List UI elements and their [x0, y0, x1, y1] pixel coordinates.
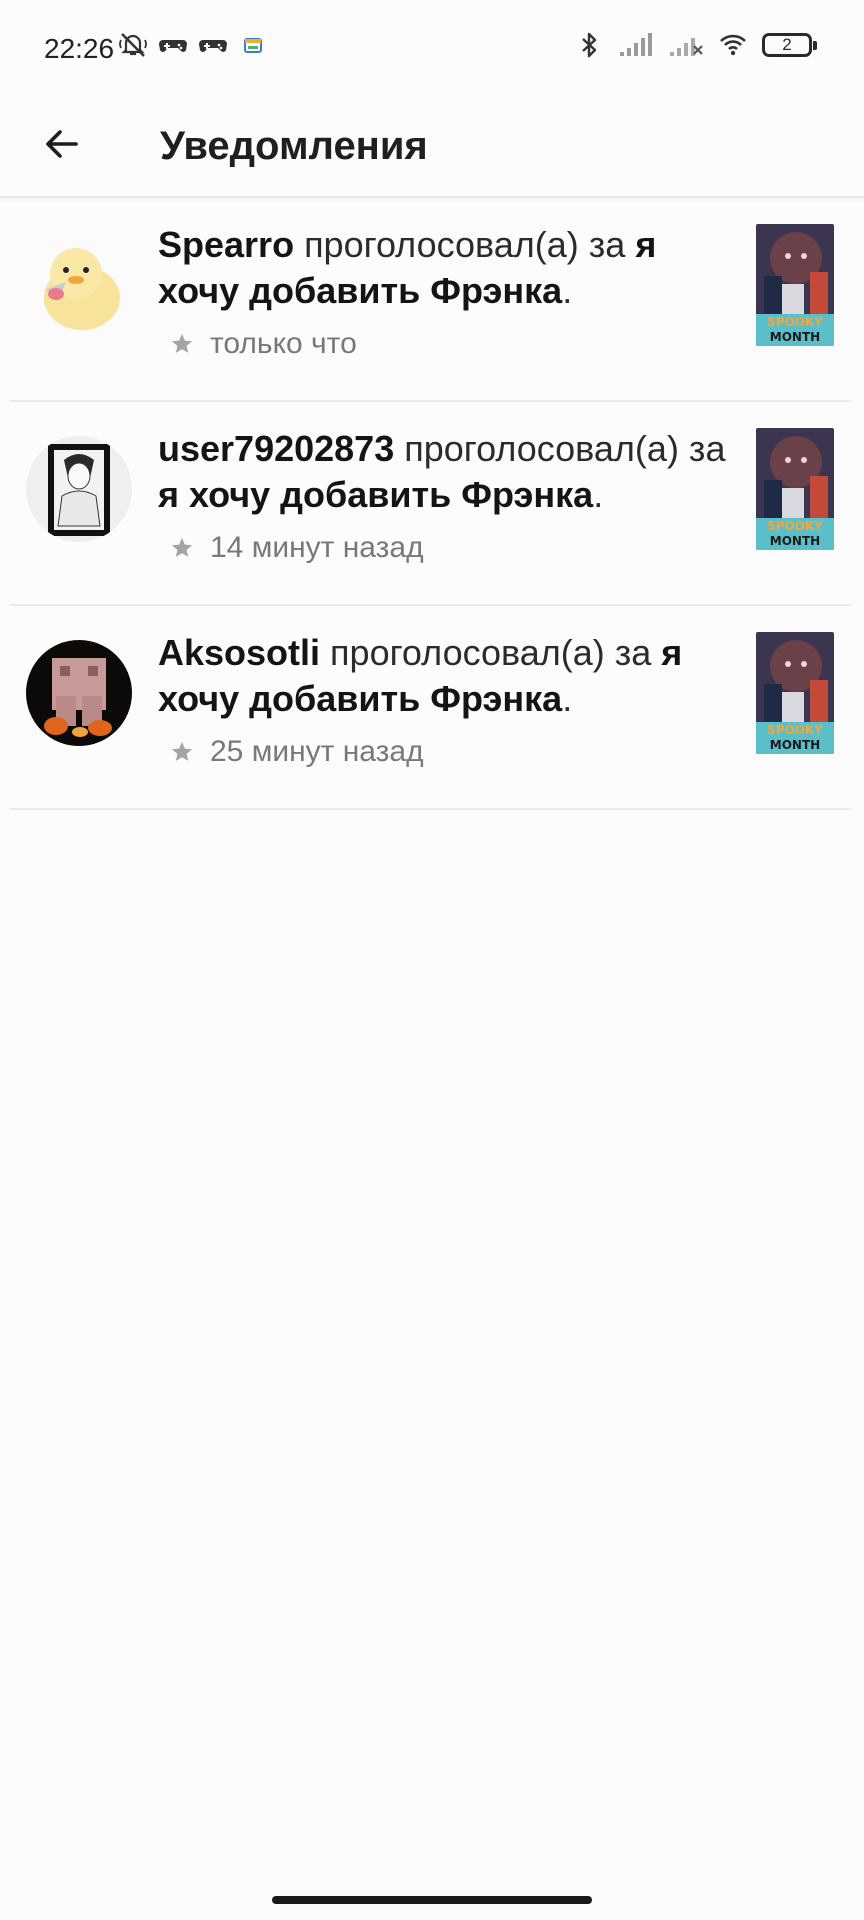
- notification-item[interactable]: user79202873 проголосовал(а) за я хочу д…: [10, 402, 852, 606]
- gamepad-icon: [158, 30, 188, 60]
- notification-item[interactable]: Aksosotli проголосовал(а) за я хочу доба…: [10, 606, 852, 810]
- home-indicator[interactable]: [272, 1896, 592, 1904]
- wifi-icon: [718, 30, 748, 60]
- status-left-icons: [118, 30, 268, 60]
- action-text: проголосовал(а) за: [394, 428, 726, 469]
- avatar[interactable]: [26, 436, 132, 542]
- timestamp: 25 минут назад: [210, 735, 424, 768]
- post-thumbnail[interactable]: SPOOKY MONTH: [756, 428, 834, 550]
- gamepad-icon: [198, 30, 228, 60]
- username-link[interactable]: Aksosotli: [158, 632, 320, 673]
- action-text: проголосовал(а) за: [320, 632, 662, 673]
- notification-meta: только что: [170, 324, 357, 364]
- username-link[interactable]: Spearro: [158, 224, 294, 265]
- signal-icon: [618, 30, 654, 60]
- star-icon: [170, 332, 194, 356]
- notification-text: Aksosotli проголосовал(а) за я хочу доба…: [158, 630, 728, 722]
- timestamp: только что: [210, 327, 357, 360]
- notification-text: Spearro проголосовал(а) за я хочу добави…: [158, 222, 728, 314]
- thumbnail-title-line2: MONTH: [770, 330, 820, 344]
- post-thumbnail[interactable]: SPOOKY MONTH: [756, 632, 834, 754]
- battery-indicator: 2: [762, 33, 817, 57]
- status-time: 22:26: [44, 33, 115, 64]
- mute-icon: [118, 30, 148, 60]
- action-text: проголосовал(а) за: [294, 224, 636, 265]
- arrow-left-icon: [42, 124, 82, 169]
- signal-no-service-icon: [668, 30, 704, 60]
- app-icon: [238, 30, 268, 60]
- notification-item[interactable]: Spearro проголосовал(а) за я хочу добави…: [10, 198, 852, 402]
- avatar[interactable]: [26, 232, 132, 338]
- post-thumbnail[interactable]: SPOOKY MONTH: [756, 224, 834, 346]
- suffix-text: .: [562, 270, 573, 311]
- timestamp: 14 минут назад: [210, 531, 424, 564]
- target-link[interactable]: я хочу добавить Фрэнка: [158, 474, 593, 515]
- thumbnail-title-line2: MONTH: [770, 738, 820, 752]
- app-bar: Уведомления: [0, 96, 864, 198]
- star-icon: [170, 536, 194, 560]
- status-right-icons: 2: [574, 30, 817, 60]
- thumbnail-title-line1: SPOOKY: [767, 723, 823, 737]
- status-bar: 22:26 2: [0, 0, 864, 96]
- thumbnail-title-line1: SPOOKY: [767, 315, 823, 329]
- suffix-text: .: [562, 678, 573, 719]
- username-link[interactable]: user79202873: [158, 428, 394, 469]
- suffix-text: .: [593, 474, 604, 515]
- thumbnail-title-line2: MONTH: [770, 534, 820, 548]
- star-icon: [170, 740, 194, 764]
- notification-meta: 14 минут назад: [170, 528, 424, 568]
- back-button[interactable]: [30, 114, 94, 178]
- page-title: Уведомления: [160, 124, 428, 168]
- notification-meta: 25 минут назад: [170, 732, 424, 772]
- notification-text: user79202873 проголосовал(а) за я хочу д…: [158, 426, 728, 518]
- avatar[interactable]: [26, 640, 132, 746]
- notification-list: Spearro проголосовал(а) за я хочу добави…: [0, 198, 864, 810]
- thumbnail-title-line1: SPOOKY: [767, 519, 823, 533]
- bluetooth-icon: [574, 30, 604, 60]
